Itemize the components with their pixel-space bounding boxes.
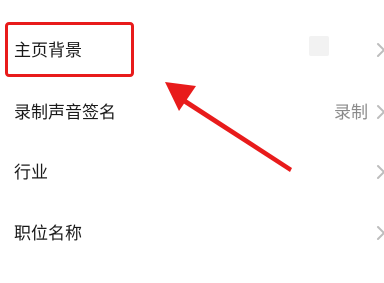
annotation-highlight-box xyxy=(5,22,134,77)
settings-page: 主页背景 录制声音签名 录制 行业 职位名称 xyxy=(0,0,384,283)
row-label-record-voice-signature: 录制声音签名 xyxy=(14,103,116,123)
chevron-right-icon xyxy=(377,226,384,240)
record-value: 录制 xyxy=(334,103,368,123)
chevron-right-icon xyxy=(377,105,384,119)
chevron-right-icon xyxy=(377,165,384,179)
chevron-right-icon xyxy=(377,43,384,57)
background-thumbnail xyxy=(309,36,329,56)
row-job-title[interactable]: 职位名称 xyxy=(0,203,384,263)
row-label-industry: 行业 xyxy=(14,163,48,183)
row-label-job-title: 职位名称 xyxy=(14,224,82,244)
row-record-voice-signature[interactable]: 录制声音签名 录制 xyxy=(0,82,384,142)
row-industry[interactable]: 行业 xyxy=(0,142,384,202)
